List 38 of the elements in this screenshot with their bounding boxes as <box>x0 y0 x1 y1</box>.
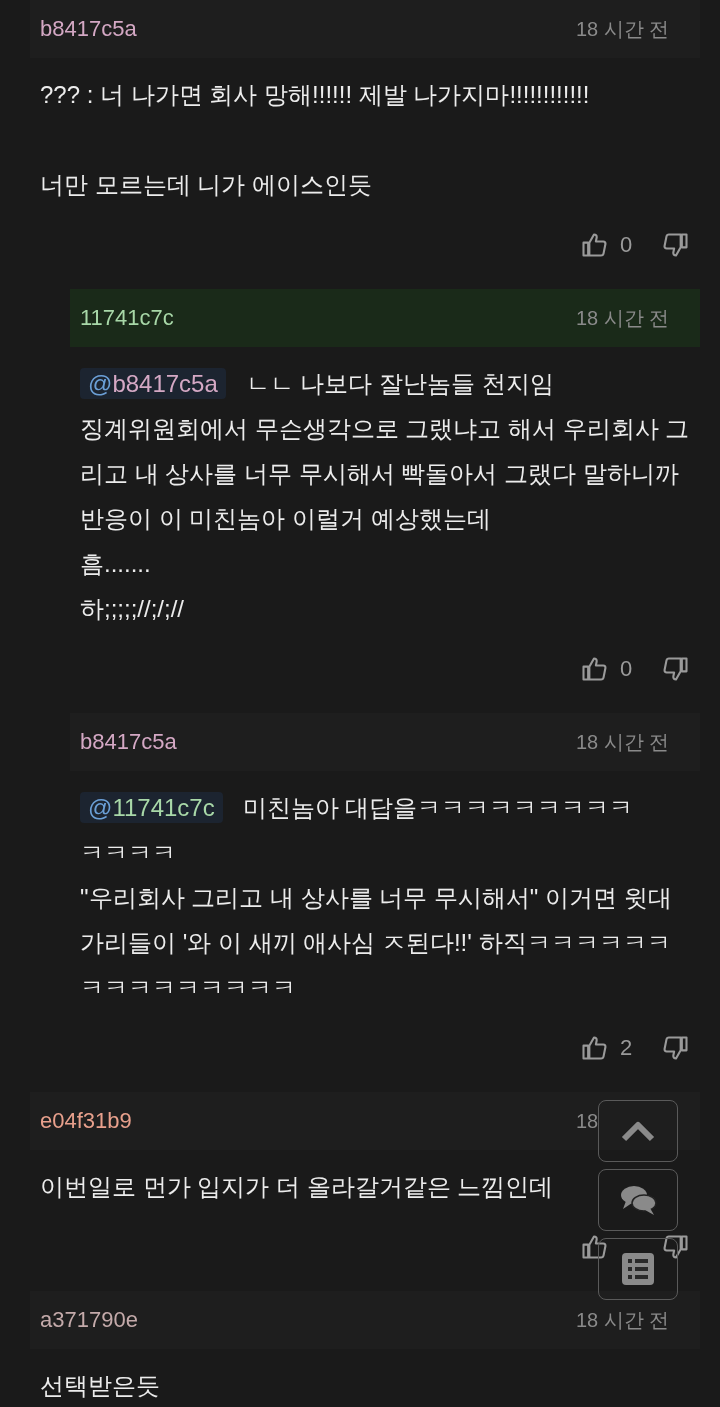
username[interactable]: 11741c7c <box>80 305 174 331</box>
comment-text: ㅋㅋㅋㅋ <box>80 838 176 868</box>
mention-link[interactable]: @b8417c5a <box>80 368 226 399</box>
thumbs-down-icon[interactable] <box>662 231 690 259</box>
thumbs-up-icon[interactable] <box>580 1034 608 1062</box>
timestamp: 18 시간 전 <box>576 1308 670 1331</box>
comment-text: 미친놈아 대답을ㅋㅋㅋㅋㅋㅋㅋㅋㅋ <box>242 794 634 821</box>
comment-text: 너만 모르는데 니가 에이스인듯 <box>40 170 372 200</box>
username[interactable]: a371790e <box>40 1307 138 1333</box>
comment-text: 흠....... <box>80 549 151 579</box>
comments-button[interactable] <box>598 1169 678 1231</box>
comment-text: ㄴㄴ 나보다 잘난놈들 천지임 <box>245 370 554 397</box>
scroll-top-button[interactable] <box>598 1100 678 1162</box>
like-count: 0 <box>620 232 634 258</box>
username[interactable]: b8417c5a <box>80 729 177 755</box>
comment-text: 반응이 이 미친놈아 이럴거 예상했는데 <box>80 504 491 534</box>
thumbs-down-icon[interactable] <box>662 1034 690 1062</box>
comment-text: ??? : 너 나가면 회사 망해!!!!!! 제발 나가지마!!!!!!!!!!!! <box>40 80 590 110</box>
comment-text: 선택받은듯 <box>40 1371 160 1401</box>
thumbs-down-icon[interactable] <box>662 1233 690 1261</box>
thumbs-up-icon[interactable] <box>580 231 608 259</box>
comment-text: 하;;;;;//;/;// <box>80 594 184 624</box>
timestamp: 18 시간 전 <box>576 17 670 40</box>
list-button[interactable] <box>598 1238 678 1300</box>
thumbs-up-icon[interactable] <box>580 655 608 683</box>
timestamp: 18 시간 전 <box>576 730 670 753</box>
comment-text: 징계위원회에서 무슨생각으로 그랬냐고 해서 우리회사 그리고 내 상사를 너무 무시해서 빡돌아서 그랬다 말하니까 <box>80 414 690 489</box>
mention-link[interactable]: @11741c7c <box>80 792 223 823</box>
timestamp: 18 시간 전 <box>576 306 670 329</box>
comment-text: 이번일로 먼가 입지가 더 올라갈거같은 느낌인데 <box>40 1172 554 1202</box>
username[interactable]: b8417c5a <box>40 16 137 42</box>
thumbs-down-icon[interactable] <box>662 655 690 683</box>
like-count: 2 <box>620 1035 634 1061</box>
comment-text: "우리회사 그리고 내 상사를 너무 무시해서" 이거면 윗대가리들이 '와 이 새끼 애사심 ㅈ된다!!' 하직ㅋㅋㅋㅋㅋㅋㅋㅋㅋㅋㅋㅋㅋㅋㅋ <box>80 883 673 1003</box>
like-count: 0 <box>620 656 634 682</box>
thumbs-up-icon[interactable] <box>580 1233 608 1261</box>
timestamp: 18 <box>576 1109 599 1132</box>
username[interactable]: e04f31b9 <box>40 1108 132 1134</box>
